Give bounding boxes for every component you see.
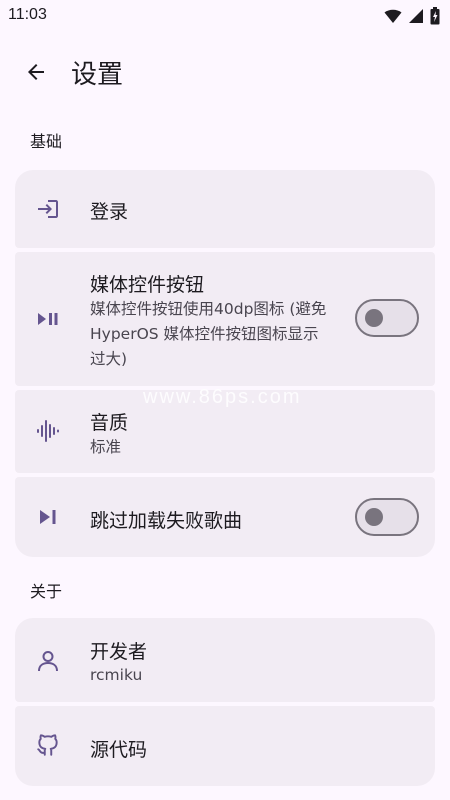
status-icons: [384, 7, 440, 25]
waveform-icon: [35, 418, 61, 444]
login-title: 登录: [90, 201, 129, 223]
audio-quality-value: 标准: [90, 438, 122, 456]
media-controls-subtitle-line-2: HyperOS 媒体控件按钮图标显示: [90, 325, 319, 343]
play-pause-icon: [35, 306, 61, 332]
media-controls-subtitle-line-1: 媒体控件按钮使用40dp图标 (避免: [90, 300, 327, 318]
media-controls-toggle[interactable]: [355, 299, 419, 337]
back-button[interactable]: [16, 52, 56, 92]
login-item[interactable]: 登录: [15, 170, 435, 248]
developer-title: 开发者: [90, 641, 148, 663]
media-controls-item[interactable]: 媒体控件按钮 媒体控件按钮使用40dp图标 (避免 HyperOS 媒体控件按钮…: [15, 252, 435, 386]
toggle-thumb: [365, 309, 383, 327]
developer-item[interactable]: 开发者 rcmiku: [15, 618, 435, 702]
skip-failed-songs-item[interactable]: 跳过加载失败歌曲: [15, 477, 435, 557]
wifi-icon: [384, 9, 402, 23]
media-controls-title: 媒体控件按钮: [90, 274, 205, 296]
status-bar: 11:03: [0, 0, 450, 32]
battery-icon: [430, 7, 440, 25]
page-title: 设置: [71, 60, 124, 90]
source-code-item[interactable]: 源代码: [15, 706, 435, 786]
audio-quality-title: 音质: [90, 412, 129, 434]
top-app-bar: 设置: [0, 42, 450, 102]
arrow-back-icon: [28, 64, 44, 80]
person-icon: [35, 648, 61, 674]
toggle-thumb: [365, 508, 383, 526]
watermark-text: www.86ps.com: [143, 386, 302, 408]
status-time: 11:03: [8, 6, 47, 23]
signal-icon: [409, 9, 423, 23]
login-icon: [35, 196, 61, 222]
developer-name: rcmiku: [90, 666, 143, 684]
section-header-basic: 基础: [30, 132, 63, 151]
skip-next-icon: [35, 504, 61, 530]
github-icon: [35, 732, 61, 758]
media-controls-subtitle-line-3: 过大): [90, 350, 128, 368]
section-header-about: 关于: [30, 582, 63, 601]
skip-failed-songs-toggle[interactable]: [355, 498, 419, 536]
source-code-title: 源代码: [90, 739, 148, 761]
skip-failed-songs-title: 跳过加载失败歌曲: [90, 510, 243, 532]
